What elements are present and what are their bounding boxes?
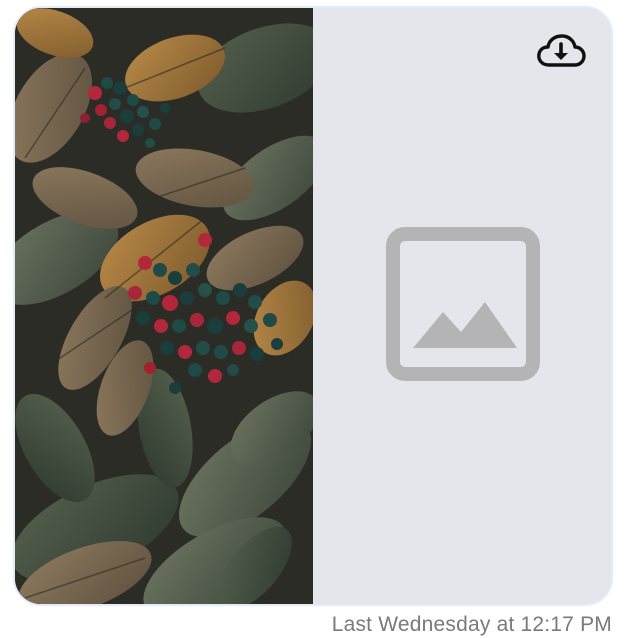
berries-and-leaves-photo[interactable] (15, 8, 313, 604)
image-placeholder-pane[interactable] (313, 8, 611, 604)
photo-illustration (15, 8, 313, 604)
cloud-download-button[interactable] (535, 32, 587, 72)
message-timestamp: Last Wednesday at 12:17 PM (331, 613, 612, 636)
image-placeholder-icon (385, 226, 541, 382)
image-message-bubble[interactable] (13, 6, 613, 606)
cloud-download-icon (537, 34, 586, 67)
